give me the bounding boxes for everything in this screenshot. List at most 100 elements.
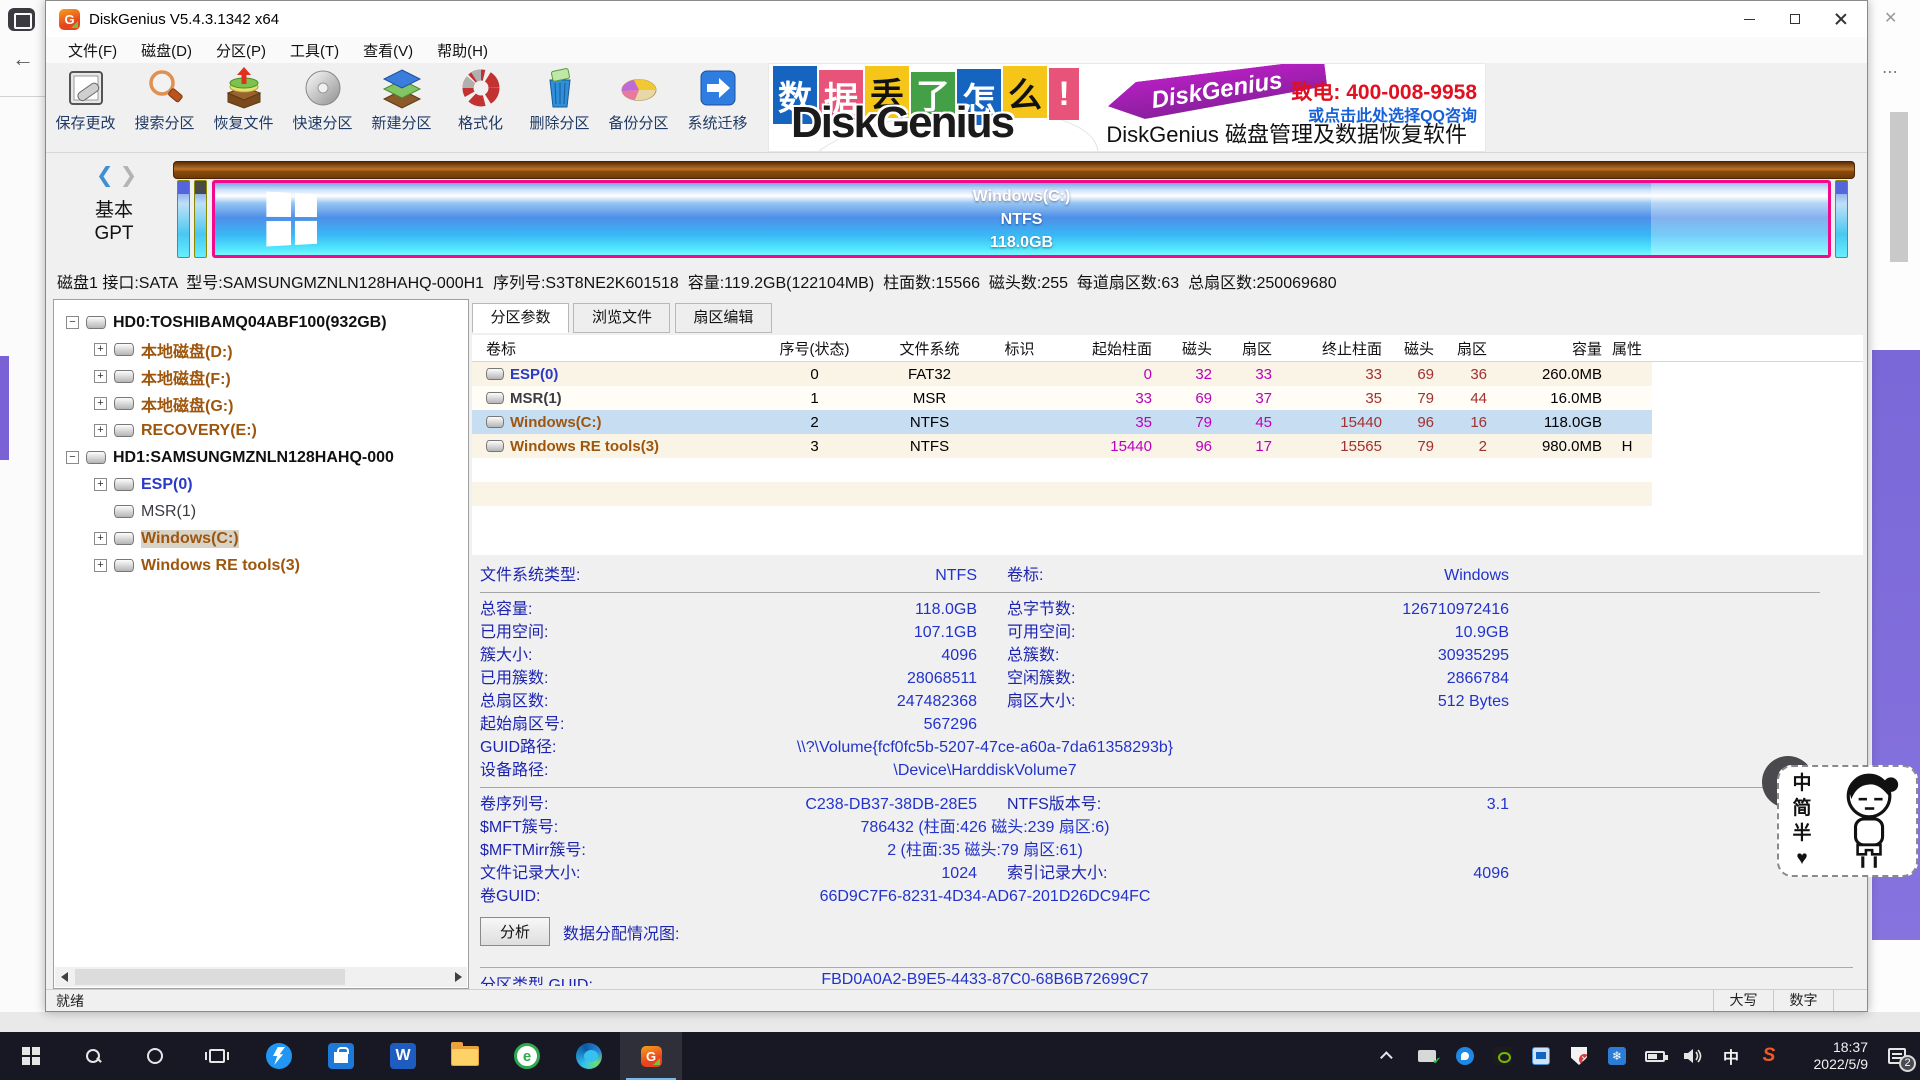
taskbar-search-button[interactable]: [62, 1032, 124, 1080]
tray-graphics[interactable]: [1522, 1032, 1560, 1080]
scrollbar-thumb[interactable]: [75, 969, 345, 985]
col-filesystem[interactable]: 文件系统: [872, 338, 987, 359]
col-start-sector[interactable]: 扇区: [1212, 338, 1272, 359]
col-attribute[interactable]: 属性: [1602, 338, 1652, 359]
table-row-msr[interactable]: MSR(1) 1 MSR 33 69 37 35 79 44 16.0MB: [472, 386, 1652, 410]
col-start-head[interactable]: 磁头: [1152, 338, 1212, 359]
new-partition-button[interactable]: 新建分区: [362, 63, 441, 151]
next-disk-arrow-icon[interactable]: ❯: [120, 164, 138, 187]
scroll-left-arrow[interactable]: [55, 968, 73, 986]
col-id[interactable]: 标识: [987, 338, 1052, 359]
menu-view[interactable]: 查看(V): [351, 37, 425, 64]
taskbar-app-explorer[interactable]: [434, 1032, 496, 1080]
cortana-button[interactable]: [124, 1032, 186, 1080]
expand-icon[interactable]: [94, 532, 107, 545]
tab-partition-params[interactable]: 分区参数: [472, 303, 569, 333]
table-row-windows-c-selected[interactable]: Windows(C:) 2 NTFS 35 79 45 15440 96 16 …: [472, 410, 1652, 434]
scroll-right-arrow[interactable]: [449, 968, 467, 986]
tab-sector-edit[interactable]: 扇区编辑: [675, 303, 772, 333]
search-partition-button[interactable]: 搜索分区: [125, 63, 204, 151]
tree-item-local-f[interactable]: 本地磁盘(F:): [54, 363, 468, 390]
tray-battery[interactable]: [1636, 1032, 1674, 1080]
menu-partition[interactable]: 分区(P): [204, 37, 278, 64]
backup-partition-button[interactable]: 备份分区: [599, 63, 678, 151]
col-end-sector[interactable]: 扇区: [1434, 338, 1487, 359]
ime-char[interactable]: 半: [1792, 821, 1811, 846]
ime-char[interactable]: 中: [1792, 771, 1811, 796]
taskbar-app-store[interactable]: [310, 1032, 372, 1080]
table-row-esp[interactable]: ESP(0) 0 FAT32 0 32 33 33 69 36 260.0MB: [472, 362, 1652, 386]
tree-item-windows-c[interactable]: Windows(C:): [54, 525, 468, 552]
resize-grip[interactable]: [1833, 990, 1867, 1011]
tray-ime-indicator[interactable]: 中: [1712, 1032, 1750, 1080]
minimize-button[interactable]: [1726, 1, 1772, 37]
col-end-cylinder[interactable]: 终止柱面: [1272, 338, 1382, 359]
tray-messenger[interactable]: [1446, 1032, 1484, 1080]
tree-item-hd1[interactable]: HD1:SAMSUNGMZNLN128HAHQ-000: [54, 444, 468, 471]
tray-printer[interactable]: [1408, 1032, 1446, 1080]
collapse-icon[interactable]: [66, 316, 79, 329]
action-center-button[interactable]: 2: [1874, 1032, 1920, 1080]
col-end-head[interactable]: 磁头: [1382, 338, 1434, 359]
tree-item-esp[interactable]: ESP(0): [54, 471, 468, 498]
taskbar-app-messenger[interactable]: [248, 1032, 310, 1080]
expand-icon[interactable]: [94, 478, 107, 491]
taskbar-app-diskgenius-active[interactable]: G: [620, 1032, 682, 1080]
menu-help[interactable]: 帮助(H): [425, 37, 500, 64]
col-index-status[interactable]: 序号(状态): [757, 338, 872, 359]
tree-item-local-d[interactable]: 本地磁盘(D:): [54, 336, 468, 363]
expand-icon[interactable]: [94, 370, 107, 383]
system-migrate-button[interactable]: 系统迁移: [678, 63, 757, 151]
taskbar-app-green-e[interactable]: e: [496, 1032, 558, 1080]
tray-volume[interactable]: [1674, 1032, 1712, 1080]
delete-partition-button[interactable]: 删除分区: [520, 63, 599, 151]
col-volume-label[interactable]: 卷标: [482, 338, 757, 359]
disk-strip[interactable]: [173, 161, 1855, 179]
task-view-button[interactable]: [186, 1032, 248, 1080]
tree-item-recovery-e[interactable]: RECOVERY(E:): [54, 417, 468, 444]
tree-item-local-g[interactable]: 本地磁盘(G:): [54, 390, 468, 417]
partition-bar-windows-c[interactable]: Windows(C:) NTFS 118.0GB: [212, 180, 1831, 258]
taskbar-app-edge[interactable]: [558, 1032, 620, 1080]
format-button[interactable]: 格式化: [441, 63, 520, 151]
taskbar-clock[interactable]: 18:37 2022/5/9: [1788, 1039, 1874, 1073]
menu-disk[interactable]: 磁盘(D): [129, 37, 204, 64]
taskbar: W e G ❄ 中 S 18:37 2022/5/9: [0, 1032, 1920, 1080]
tray-sogou[interactable]: S: [1750, 1032, 1788, 1080]
tray-overflow-button[interactable]: [1368, 1047, 1408, 1065]
menu-file[interactable]: 文件(F): [56, 37, 129, 64]
tray-security[interactable]: [1560, 1032, 1598, 1080]
collapse-icon[interactable]: [66, 451, 79, 464]
expand-icon[interactable]: [94, 343, 107, 356]
promo-banner[interactable]: 数 据 丢 了 怎 么 ! DiskGenius DiskGenius 致电: …: [768, 63, 1486, 152]
start-button[interactable]: [0, 1032, 62, 1080]
taskbar-app-word[interactable]: W: [372, 1032, 434, 1080]
tree-item-hd0[interactable]: HD0:TOSHIBAMQ04ABF100(932GB): [54, 309, 468, 336]
maximize-button[interactable]: [1772, 1, 1818, 37]
expand-icon[interactable]: [94, 397, 107, 410]
ime-status-widget[interactable]: 中 简 半 ♥: [1777, 765, 1918, 877]
partition-bar-windows-re[interactable]: [1835, 180, 1848, 258]
tab-browse-files[interactable]: 浏览文件: [573, 303, 670, 333]
table-row-windows-re[interactable]: Windows RE tools(3) 3 NTFS 15440 96 17 1…: [472, 434, 1652, 458]
tray-nvidia[interactable]: [1484, 1032, 1522, 1080]
analyze-button[interactable]: 分析: [480, 917, 550, 946]
tree-horizontal-scrollbar[interactable]: [55, 967, 467, 987]
close-button[interactable]: [1818, 1, 1864, 37]
partition-bar-esp[interactable]: [177, 180, 190, 258]
tray-freeze-tool[interactable]: ❄: [1598, 1032, 1636, 1080]
partition-bar-msr[interactable]: [194, 180, 207, 258]
quick-partition-button[interactable]: 快速分区: [283, 63, 362, 151]
col-capacity[interactable]: 容量: [1487, 338, 1602, 359]
expand-icon[interactable]: [94, 559, 107, 572]
save-changes-button[interactable]: 保存更改: [46, 63, 125, 151]
recover-files-button[interactable]: 恢复文件: [204, 63, 283, 151]
tree-item-windows-re[interactable]: Windows RE tools(3): [54, 552, 468, 579]
col-start-cylinder[interactable]: 起始柱面: [1052, 338, 1152, 359]
ime-char[interactable]: 简: [1792, 796, 1811, 821]
tree-item-msr[interactable]: MSR(1): [54, 498, 468, 525]
menu-tools[interactable]: 工具(T): [278, 37, 351, 64]
ime-heart-icon[interactable]: ♥: [1796, 846, 1807, 871]
prev-disk-arrow-icon[interactable]: ❮: [96, 164, 114, 187]
expand-icon[interactable]: [94, 424, 107, 437]
